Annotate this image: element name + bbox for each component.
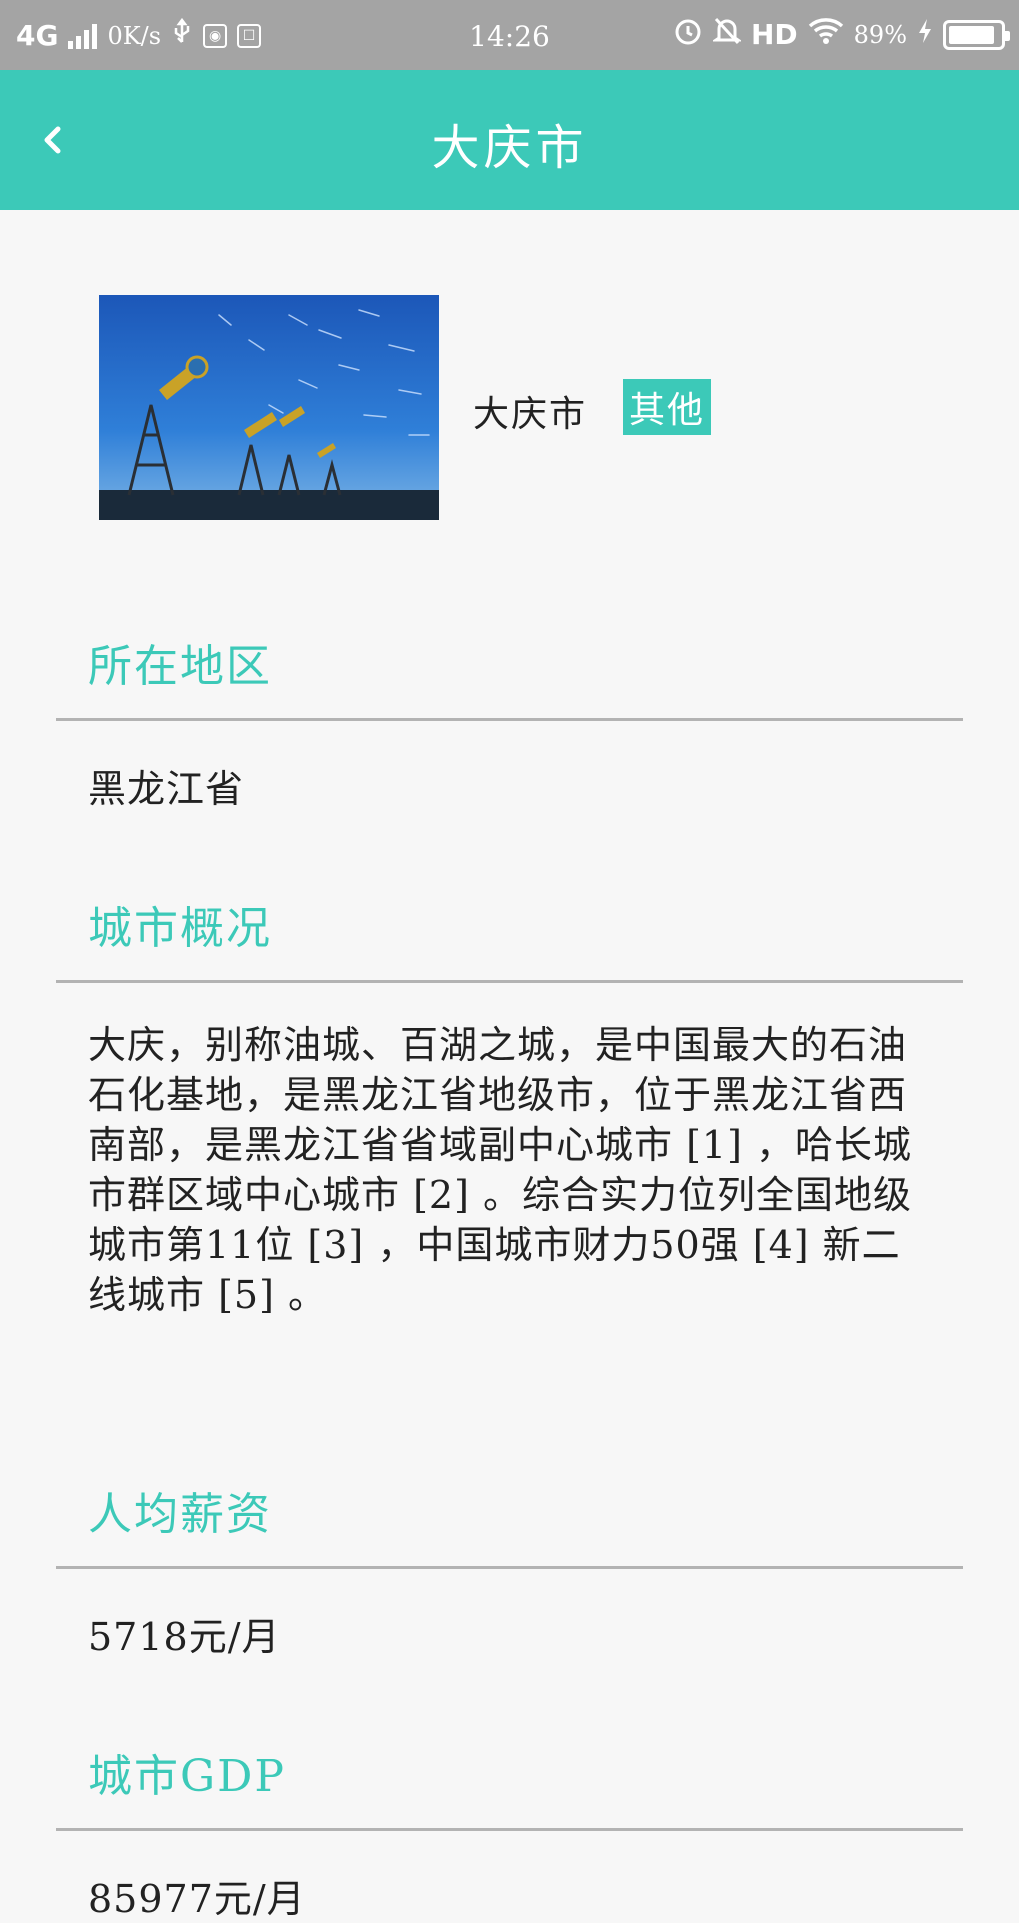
city-image[interactable] bbox=[99, 295, 439, 520]
page-title: 大庆市 bbox=[431, 120, 588, 176]
divider bbox=[56, 980, 963, 983]
mute-notification-icon bbox=[711, 16, 743, 53]
divider bbox=[56, 718, 963, 721]
region-value: 黑龙江省 bbox=[88, 767, 245, 811]
alarm-icon bbox=[673, 16, 703, 53]
status-right: HD 89% bbox=[673, 16, 1010, 53]
battery-percent: 89% bbox=[853, 20, 907, 49]
section-title-salary: 人均薪资 bbox=[88, 1489, 272, 1540]
category-tag: 其他 bbox=[623, 379, 712, 435]
hd-indicator: HD bbox=[750, 18, 798, 51]
section-region: 所在地区 黑龙江省 bbox=[56, 620, 963, 830]
divider bbox=[56, 1566, 963, 1569]
section-title-region: 所在地区 bbox=[88, 641, 272, 692]
section-overview: 城市概况 大庆，别称油城、百湖之城，是中国最大的石油石化基地，是黑龙江省地级市，… bbox=[56, 882, 963, 1402]
city-header: 大庆市 其他 bbox=[99, 295, 919, 520]
section-title-overview: 城市概况 bbox=[88, 903, 272, 954]
city-name: 大庆市 bbox=[473, 394, 588, 435]
battery-level-fill bbox=[949, 25, 994, 44]
gdp-value: 85977元/月 bbox=[88, 1877, 306, 1921]
charging-icon bbox=[917, 18, 933, 51]
divider bbox=[56, 1828, 963, 1831]
status-bar: 4G 0K/s ◉ ☐ 14:26 HD 89% bbox=[0, 0, 1019, 70]
section-salary: 人均薪资 5718元/月 bbox=[56, 1468, 963, 1678]
overview-text: 大庆，别称油城、百湖之城，是中国最大的石油石化基地，是黑龙江省地级市，位于黑龙江… bbox=[88, 1023, 912, 1317]
section-title-gdp: 城市GDP bbox=[88, 1751, 287, 1802]
wifi-icon bbox=[808, 17, 844, 52]
battery-icon bbox=[943, 19, 1010, 50]
salary-value: 5718元/月 bbox=[88, 1615, 281, 1659]
section-gdp: 城市GDP 85977元/月 bbox=[56, 1730, 963, 1921]
app-bar: 大庆市 bbox=[0, 70, 1019, 210]
